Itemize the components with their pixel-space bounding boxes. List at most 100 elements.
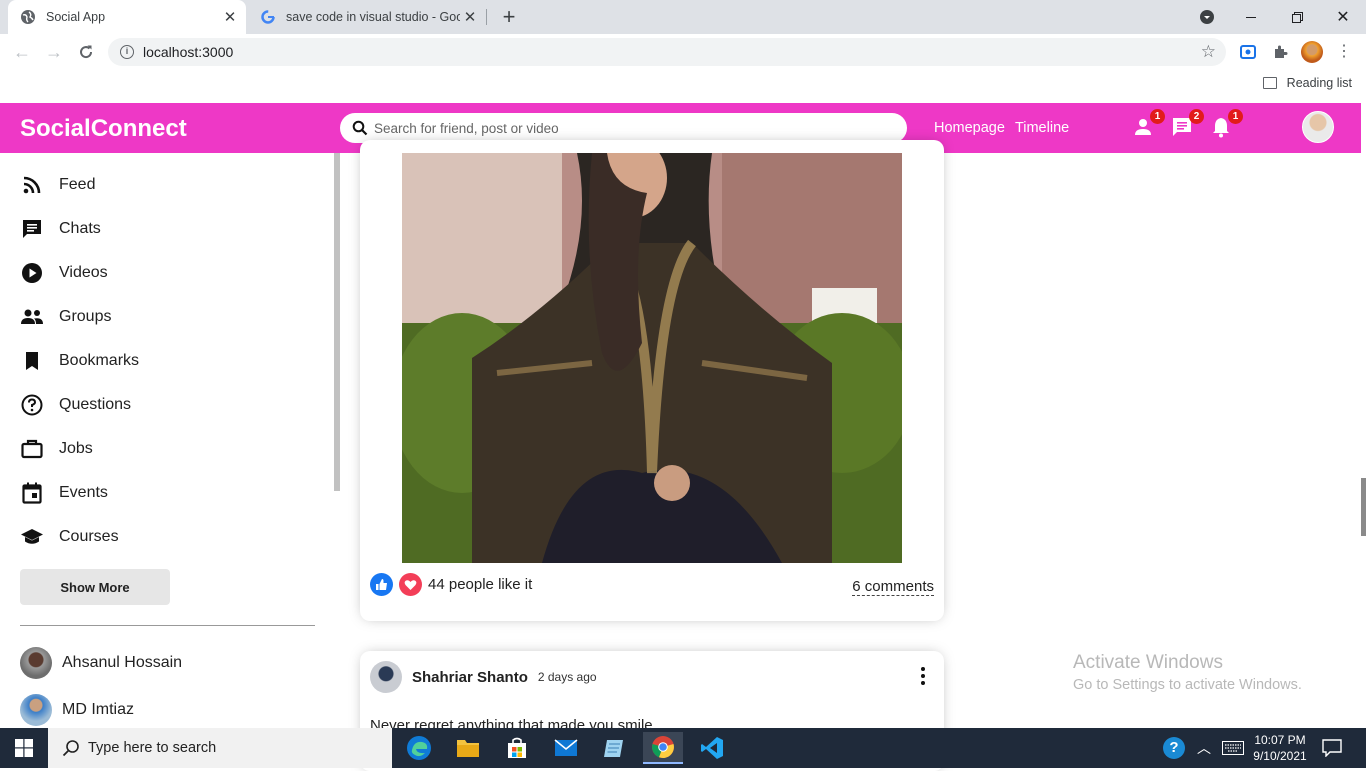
post-options-icon[interactable] bbox=[920, 667, 926, 685]
search-icon bbox=[352, 120, 368, 136]
post-author-name[interactable]: Shahriar Shanto bbox=[412, 669, 528, 686]
file-explorer-taskbar-icon[interactable] bbox=[448, 732, 488, 764]
tab-google-search[interactable]: save code in visual studio - Goog ✕ bbox=[248, 0, 486, 34]
post-reactions: 44 people like it bbox=[370, 573, 532, 596]
reload-button[interactable] bbox=[74, 40, 98, 64]
close-tab-icon[interactable]: ✕ bbox=[220, 7, 240, 27]
store-taskbar-icon[interactable] bbox=[497, 732, 537, 764]
restore-button[interactable] bbox=[1274, 0, 1320, 34]
sidebar-item-events[interactable]: Events bbox=[20, 479, 108, 507]
watermark-title: Activate Windows bbox=[1073, 652, 1223, 673]
school-icon bbox=[20, 525, 44, 549]
profile-avatar bbox=[1301, 41, 1323, 63]
notepad-taskbar-icon[interactable] bbox=[594, 732, 634, 764]
action-center-button[interactable] bbox=[1322, 728, 1342, 768]
sidebar-item-questions[interactable]: Questions bbox=[20, 391, 131, 419]
post-image[interactable] bbox=[402, 153, 902, 563]
restore-icon bbox=[1291, 11, 1303, 23]
extensions-button[interactable] bbox=[1268, 40, 1292, 64]
address-bar[interactable]: i localhost:3000 ☆ bbox=[108, 38, 1226, 66]
friend-requests-button[interactable]: 1 bbox=[1131, 109, 1165, 141]
question-icon: ? bbox=[1163, 737, 1185, 759]
sidebar-scrollbar[interactable] bbox=[334, 153, 340, 491]
post-card: 44 people like it 6 comments bbox=[360, 140, 944, 621]
reload-icon bbox=[80, 45, 93, 59]
notifications-button[interactable]: 1 bbox=[1209, 109, 1243, 141]
play-circle-icon bbox=[20, 261, 44, 285]
friend-list-item[interactable]: Ahsanul Hossain bbox=[20, 647, 182, 679]
page-scrollbar[interactable] bbox=[1361, 478, 1366, 536]
info-icon: i bbox=[120, 45, 134, 59]
sidebar-item-feed[interactable]: Feed bbox=[20, 171, 95, 199]
globe-icon bbox=[20, 9, 36, 25]
url-text: localhost:3000 bbox=[143, 44, 234, 60]
sidebar-item-bookmarks[interactable]: Bookmarks bbox=[20, 347, 139, 375]
sidebar-item-groups[interactable]: Groups bbox=[20, 303, 111, 331]
sidebar-item-chats[interactable]: Chats bbox=[20, 215, 101, 243]
app-logo[interactable]: SocialConnect bbox=[20, 115, 187, 143]
browser-toolbar: ← → i localhost:3000 ☆ ⋮ bbox=[0, 34, 1366, 70]
minimize-button[interactable] bbox=[1228, 0, 1274, 34]
tab-search-button[interactable] bbox=[1184, 0, 1230, 34]
rss-feed-icon bbox=[20, 173, 44, 197]
friend-list-item[interactable]: MD Imtiaz bbox=[20, 694, 134, 726]
sidebar-item-label: Events bbox=[59, 484, 108, 501]
bookmark-icon bbox=[20, 349, 44, 373]
chevron-down-circle-icon bbox=[1200, 10, 1214, 24]
reading-list-button[interactable]: Reading list bbox=[1262, 76, 1352, 90]
search-icon bbox=[62, 740, 79, 757]
like-icon[interactable] bbox=[370, 573, 393, 596]
search-bar[interactable] bbox=[340, 113, 907, 143]
top-nav-links: Homepage Timeline bbox=[934, 120, 1069, 136]
heart-icon[interactable] bbox=[399, 573, 422, 596]
messages-badge: 2 bbox=[1189, 109, 1204, 124]
edge-taskbar-icon[interactable] bbox=[399, 732, 439, 764]
post-header: Shahriar Shanto 2 days ago bbox=[370, 661, 597, 693]
clock-date: 9/10/2021 bbox=[1253, 749, 1307, 763]
keyboard-tray-icon[interactable] bbox=[1222, 728, 1244, 768]
chat-icon bbox=[20, 217, 44, 241]
show-more-button[interactable]: Show More bbox=[20, 569, 170, 605]
arrow-right-icon: → bbox=[45, 41, 63, 62]
close-tab-icon[interactable]: ✕ bbox=[460, 7, 480, 27]
messages-button[interactable]: 2 bbox=[1170, 109, 1204, 141]
homepage-link[interactable]: Homepage bbox=[934, 120, 1005, 136]
sidebar-item-courses[interactable]: Courses bbox=[20, 523, 119, 551]
screen-capture-extension[interactable] bbox=[1236, 40, 1260, 64]
close-window-button[interactable]: ✕ bbox=[1320, 0, 1366, 34]
vscode-taskbar-icon[interactable] bbox=[692, 732, 732, 764]
new-tab-button[interactable]: + bbox=[498, 6, 520, 29]
profile-button[interactable] bbox=[1300, 40, 1324, 64]
show-hidden-icons-button[interactable]: ︿ bbox=[1197, 728, 1211, 768]
comments-link[interactable]: 6 comments bbox=[852, 578, 934, 596]
arrow-left-icon: ← bbox=[13, 41, 31, 62]
activate-windows-watermark: Activate Windows Go to Settings to activ… bbox=[1073, 652, 1302, 693]
chrome-menu-button[interactable]: ⋮ bbox=[1332, 40, 1356, 64]
taskbar-search[interactable]: Type here to search bbox=[48, 728, 392, 768]
start-button[interactable] bbox=[0, 728, 48, 768]
bookmark-star-icon[interactable]: ☆ bbox=[1201, 42, 1216, 62]
tab-divider bbox=[486, 9, 487, 25]
sidebar-item-label: Jobs bbox=[59, 440, 93, 457]
post-author-avatar[interactable] bbox=[370, 661, 402, 693]
chrome-taskbar-icon[interactable] bbox=[643, 732, 683, 764]
sidebar-item-videos[interactable]: Videos bbox=[20, 259, 108, 287]
keyboard-icon bbox=[1222, 741, 1244, 755]
taskbar-clock[interactable]: 10:07 PM 9/10/2021 bbox=[1252, 732, 1308, 764]
tab-social-app[interactable]: Social App ✕ bbox=[8, 0, 246, 34]
friend-name: MD Imtiaz bbox=[62, 701, 134, 718]
user-avatar[interactable] bbox=[1302, 111, 1334, 143]
sidebar-item-jobs[interactable]: Jobs bbox=[20, 435, 93, 463]
timeline-link[interactable]: Timeline bbox=[1015, 120, 1069, 136]
forward-button[interactable]: → bbox=[42, 40, 66, 64]
post-time: 2 days ago bbox=[537, 670, 597, 684]
friend-avatar bbox=[20, 694, 52, 726]
sidebar-item-label: Courses bbox=[59, 528, 119, 545]
likes-count: 44 people like it bbox=[428, 576, 533, 593]
mail-taskbar-icon[interactable] bbox=[546, 732, 586, 764]
help-circle-icon bbox=[20, 393, 44, 417]
back-button[interactable]: ← bbox=[10, 40, 34, 64]
help-tray-icon[interactable]: ? bbox=[1163, 728, 1185, 768]
search-input[interactable] bbox=[374, 120, 874, 136]
friend-avatar bbox=[20, 647, 52, 679]
